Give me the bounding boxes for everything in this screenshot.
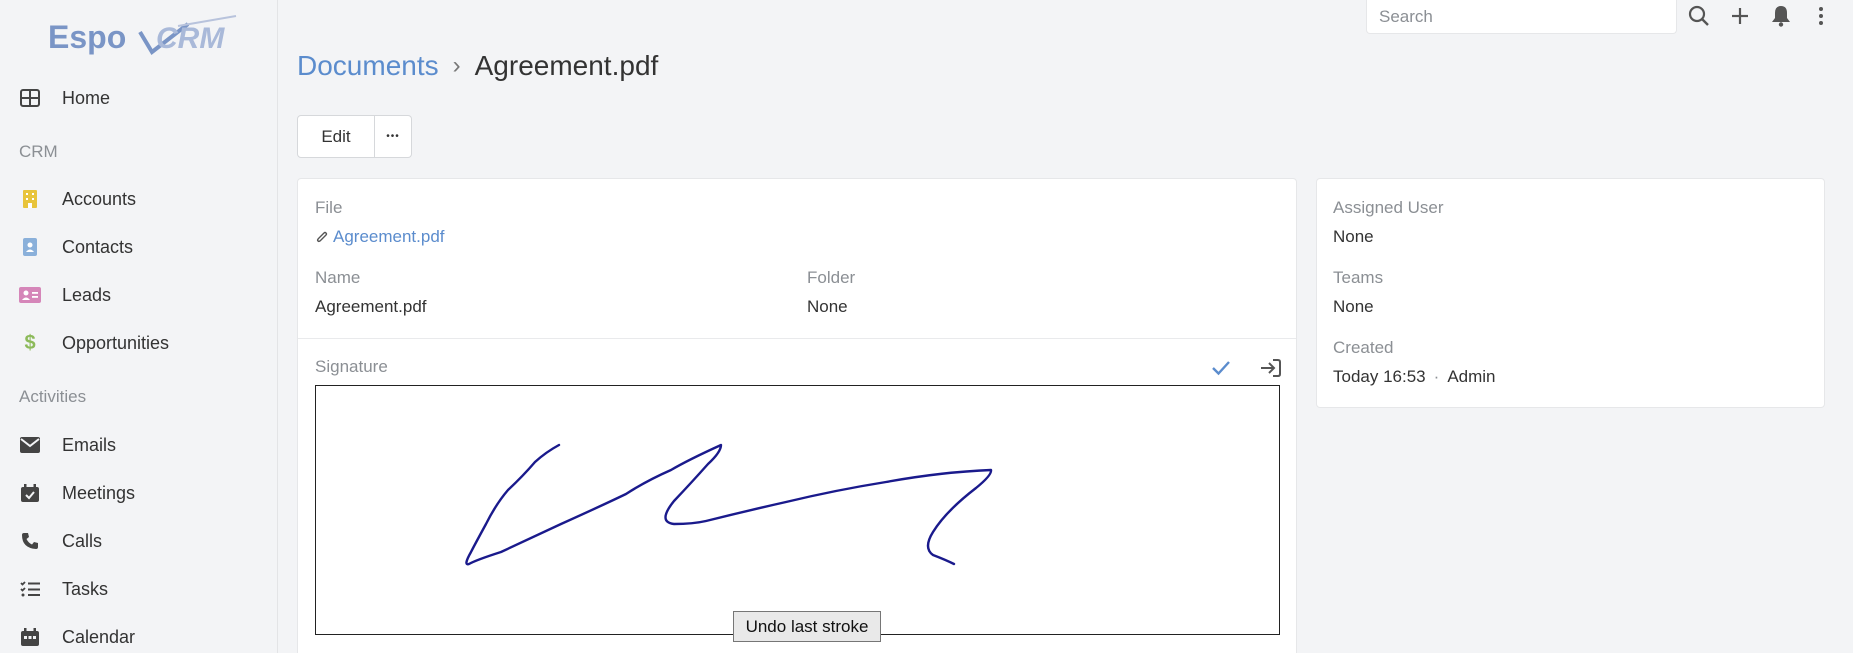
plus-icon[interactable]: [1727, 3, 1753, 29]
page-title: Agreement.pdf: [474, 50, 659, 81]
created-label: Created: [1333, 338, 1394, 357]
global-search: [1366, 0, 1677, 34]
grid-icon: [19, 89, 41, 107]
sidebar-item-opportunities[interactable]: $ Opportunities: [0, 323, 278, 363]
sidebar-item-meetings[interactable]: Meetings: [0, 473, 278, 513]
sidebar-item-label: Leads: [62, 284, 112, 305]
sidebar-item-label: Opportunities: [62, 332, 170, 353]
assigned-user-value: None: [1333, 227, 1374, 246]
panel-divider: [298, 338, 1296, 339]
sidebar-item-calls[interactable]: Calls: [0, 521, 278, 561]
breadcrumb-separator: ›: [452, 52, 461, 79]
sidebar-item-label: Accounts: [62, 188, 137, 209]
phone-icon: [19, 532, 41, 550]
breadcrumb-documents-link[interactable]: Documents: [297, 50, 439, 82]
sidebar-item-home[interactable]: Home: [0, 78, 278, 118]
calendar-icon: [19, 628, 41, 646]
sidebar-item-label: Contacts: [62, 236, 134, 257]
record-actions: Edit •••: [297, 115, 412, 158]
created-by-user[interactable]: Admin: [1447, 367, 1495, 386]
envelope-icon: [19, 436, 41, 454]
search-icon[interactable]: [1686, 3, 1712, 29]
paperclip-icon: [315, 229, 329, 245]
sidebar-item-label: Home: [62, 87, 111, 108]
kebab-menu-icon[interactable]: [1808, 3, 1834, 29]
ellipsis-icon: •••: [386, 131, 400, 142]
undo-last-stroke-button[interactable]: Undo last stroke: [733, 611, 881, 642]
sidebar-item-calendar[interactable]: Calendar: [0, 617, 278, 653]
record-side-panel: Assigned User None Teams None Created To…: [1316, 178, 1825, 408]
svg-text:CRM: CRM: [156, 22, 225, 55]
created-value: Today 16:53 · Admin: [1333, 367, 1496, 387]
espocrm-logo[interactable]: Espo CRM: [48, 14, 238, 60]
dollar-icon: $: [24, 331, 36, 354]
name-label: Name: [315, 268, 361, 287]
sign-in-icon[interactable]: [1258, 355, 1284, 381]
record-detail-panel: File Agreement.pdf Name Agreement.pdf Fo…: [297, 178, 1297, 653]
search-input[interactable]: [1367, 0, 1676, 33]
more-actions-button[interactable]: •••: [375, 115, 412, 158]
signature-stroke: [465, 443, 993, 566]
sidebar-item-label: Calls: [62, 530, 103, 551]
sidebar-item-label: Tasks: [62, 578, 109, 599]
nav-group-crm: CRM: [19, 142, 58, 161]
signature-pad[interactable]: [315, 385, 1280, 635]
signature-label: Signature: [315, 357, 388, 376]
folder-value: None: [807, 297, 848, 316]
task-list-icon: [19, 580, 41, 598]
created-separator: ·: [1433, 367, 1440, 386]
svg-text:Espo: Espo: [48, 19, 126, 55]
file-label: File: [315, 198, 343, 217]
calendar-check-icon: [19, 484, 41, 502]
sidebar-item-leads[interactable]: Leads: [0, 275, 278, 315]
sidebar-item-label: Calendar: [62, 626, 136, 647]
teams-label: Teams: [1333, 268, 1384, 287]
assigned-user-label: Assigned User: [1333, 198, 1444, 217]
contact-card-icon: [19, 238, 41, 256]
folder-label: Folder: [807, 268, 856, 287]
sidebar-item-label: Emails: [62, 434, 117, 455]
sidebar-item-contacts[interactable]: Contacts: [0, 227, 278, 267]
nav-group-activities: Activities: [19, 387, 87, 406]
sidebar-item-emails[interactable]: Emails: [0, 425, 278, 465]
bell-icon[interactable]: [1768, 3, 1794, 29]
name-value: Agreement.pdf: [315, 297, 427, 316]
file-attachment-link[interactable]: Agreement.pdf: [315, 227, 445, 247]
file-name: Agreement.pdf: [333, 227, 445, 246]
id-card-icon: [19, 286, 41, 304]
sidebar-item-tasks[interactable]: Tasks: [0, 569, 278, 609]
check-icon[interactable]: [1208, 355, 1234, 381]
teams-value: None: [1333, 297, 1374, 316]
sidebar-item-accounts[interactable]: Accounts: [0, 179, 278, 219]
sidebar-item-label: Meetings: [62, 482, 136, 503]
building-icon: [19, 190, 41, 208]
breadcrumb: Documents › Agreement.pdf: [297, 50, 658, 82]
sidebar: Espo CRM Home CRM Accounts Contacts Lead…: [0, 0, 278, 653]
created-time: Today 16:53: [1333, 367, 1426, 386]
edit-button[interactable]: Edit: [297, 115, 375, 158]
